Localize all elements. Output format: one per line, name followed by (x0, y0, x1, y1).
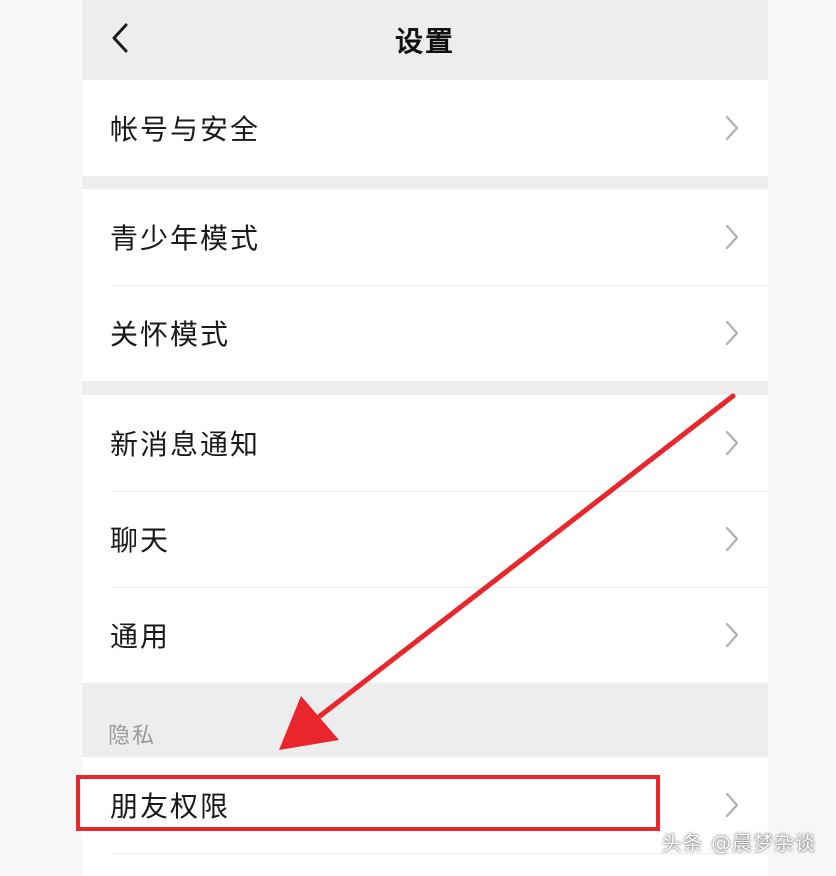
watermark: 头条 @晨梦杂谈 (661, 831, 816, 855)
cell-new-message-notification[interactable]: 新消息通知 (82, 395, 768, 491)
cell-teen-mode[interactable]: 青少年模式 (82, 189, 768, 285)
cell-chat[interactable]: 聊天 (82, 491, 768, 587)
cell-label: 关怀模式 (110, 318, 231, 351)
cell-label: 青少年模式 (110, 222, 261, 255)
chevron-right-icon (725, 622, 739, 648)
settings-group-modes: 青少年模式 关怀模式 (82, 189, 768, 381)
cell-care-mode[interactable]: 关怀模式 (82, 285, 768, 381)
chevron-right-icon (725, 115, 739, 141)
screen: 设置 帐号与安全 青少年模式 关怀模式 新消息通知 聊天 通用 隐私 朋友权限 … (0, 0, 836, 876)
chevron-right-icon (725, 430, 739, 456)
chevron-right-icon (725, 526, 739, 552)
chevron-right-icon (725, 320, 739, 346)
settings-page: 设置 帐号与安全 青少年模式 关怀模式 新消息通知 聊天 通用 隐私 朋友权限 (82, 0, 768, 876)
right-margin (768, 0, 836, 876)
settings-group-account: 帐号与安全 (82, 80, 768, 176)
cell-label: 帐号与安全 (110, 113, 261, 146)
cell-label: 聊天 (110, 524, 171, 557)
page-title: 设置 (394, 25, 455, 58)
cell-label: 通用 (110, 620, 171, 653)
cell-label: 新消息通知 (110, 428, 261, 461)
section-header-privacy: 隐私 (108, 724, 157, 749)
chevron-right-icon (725, 224, 739, 250)
cell-account-security[interactable]: 帐号与安全 (82, 80, 768, 176)
chevron-right-icon (725, 792, 739, 818)
settings-group-privacy: 朋友权限 (82, 757, 768, 876)
nav-bar: 设置 (82, 0, 768, 80)
cell-general[interactable]: 通用 (82, 587, 768, 683)
cell-label: 朋友权限 (110, 790, 231, 823)
left-margin (0, 0, 82, 876)
settings-group-general: 新消息通知 聊天 通用 (82, 395, 768, 683)
